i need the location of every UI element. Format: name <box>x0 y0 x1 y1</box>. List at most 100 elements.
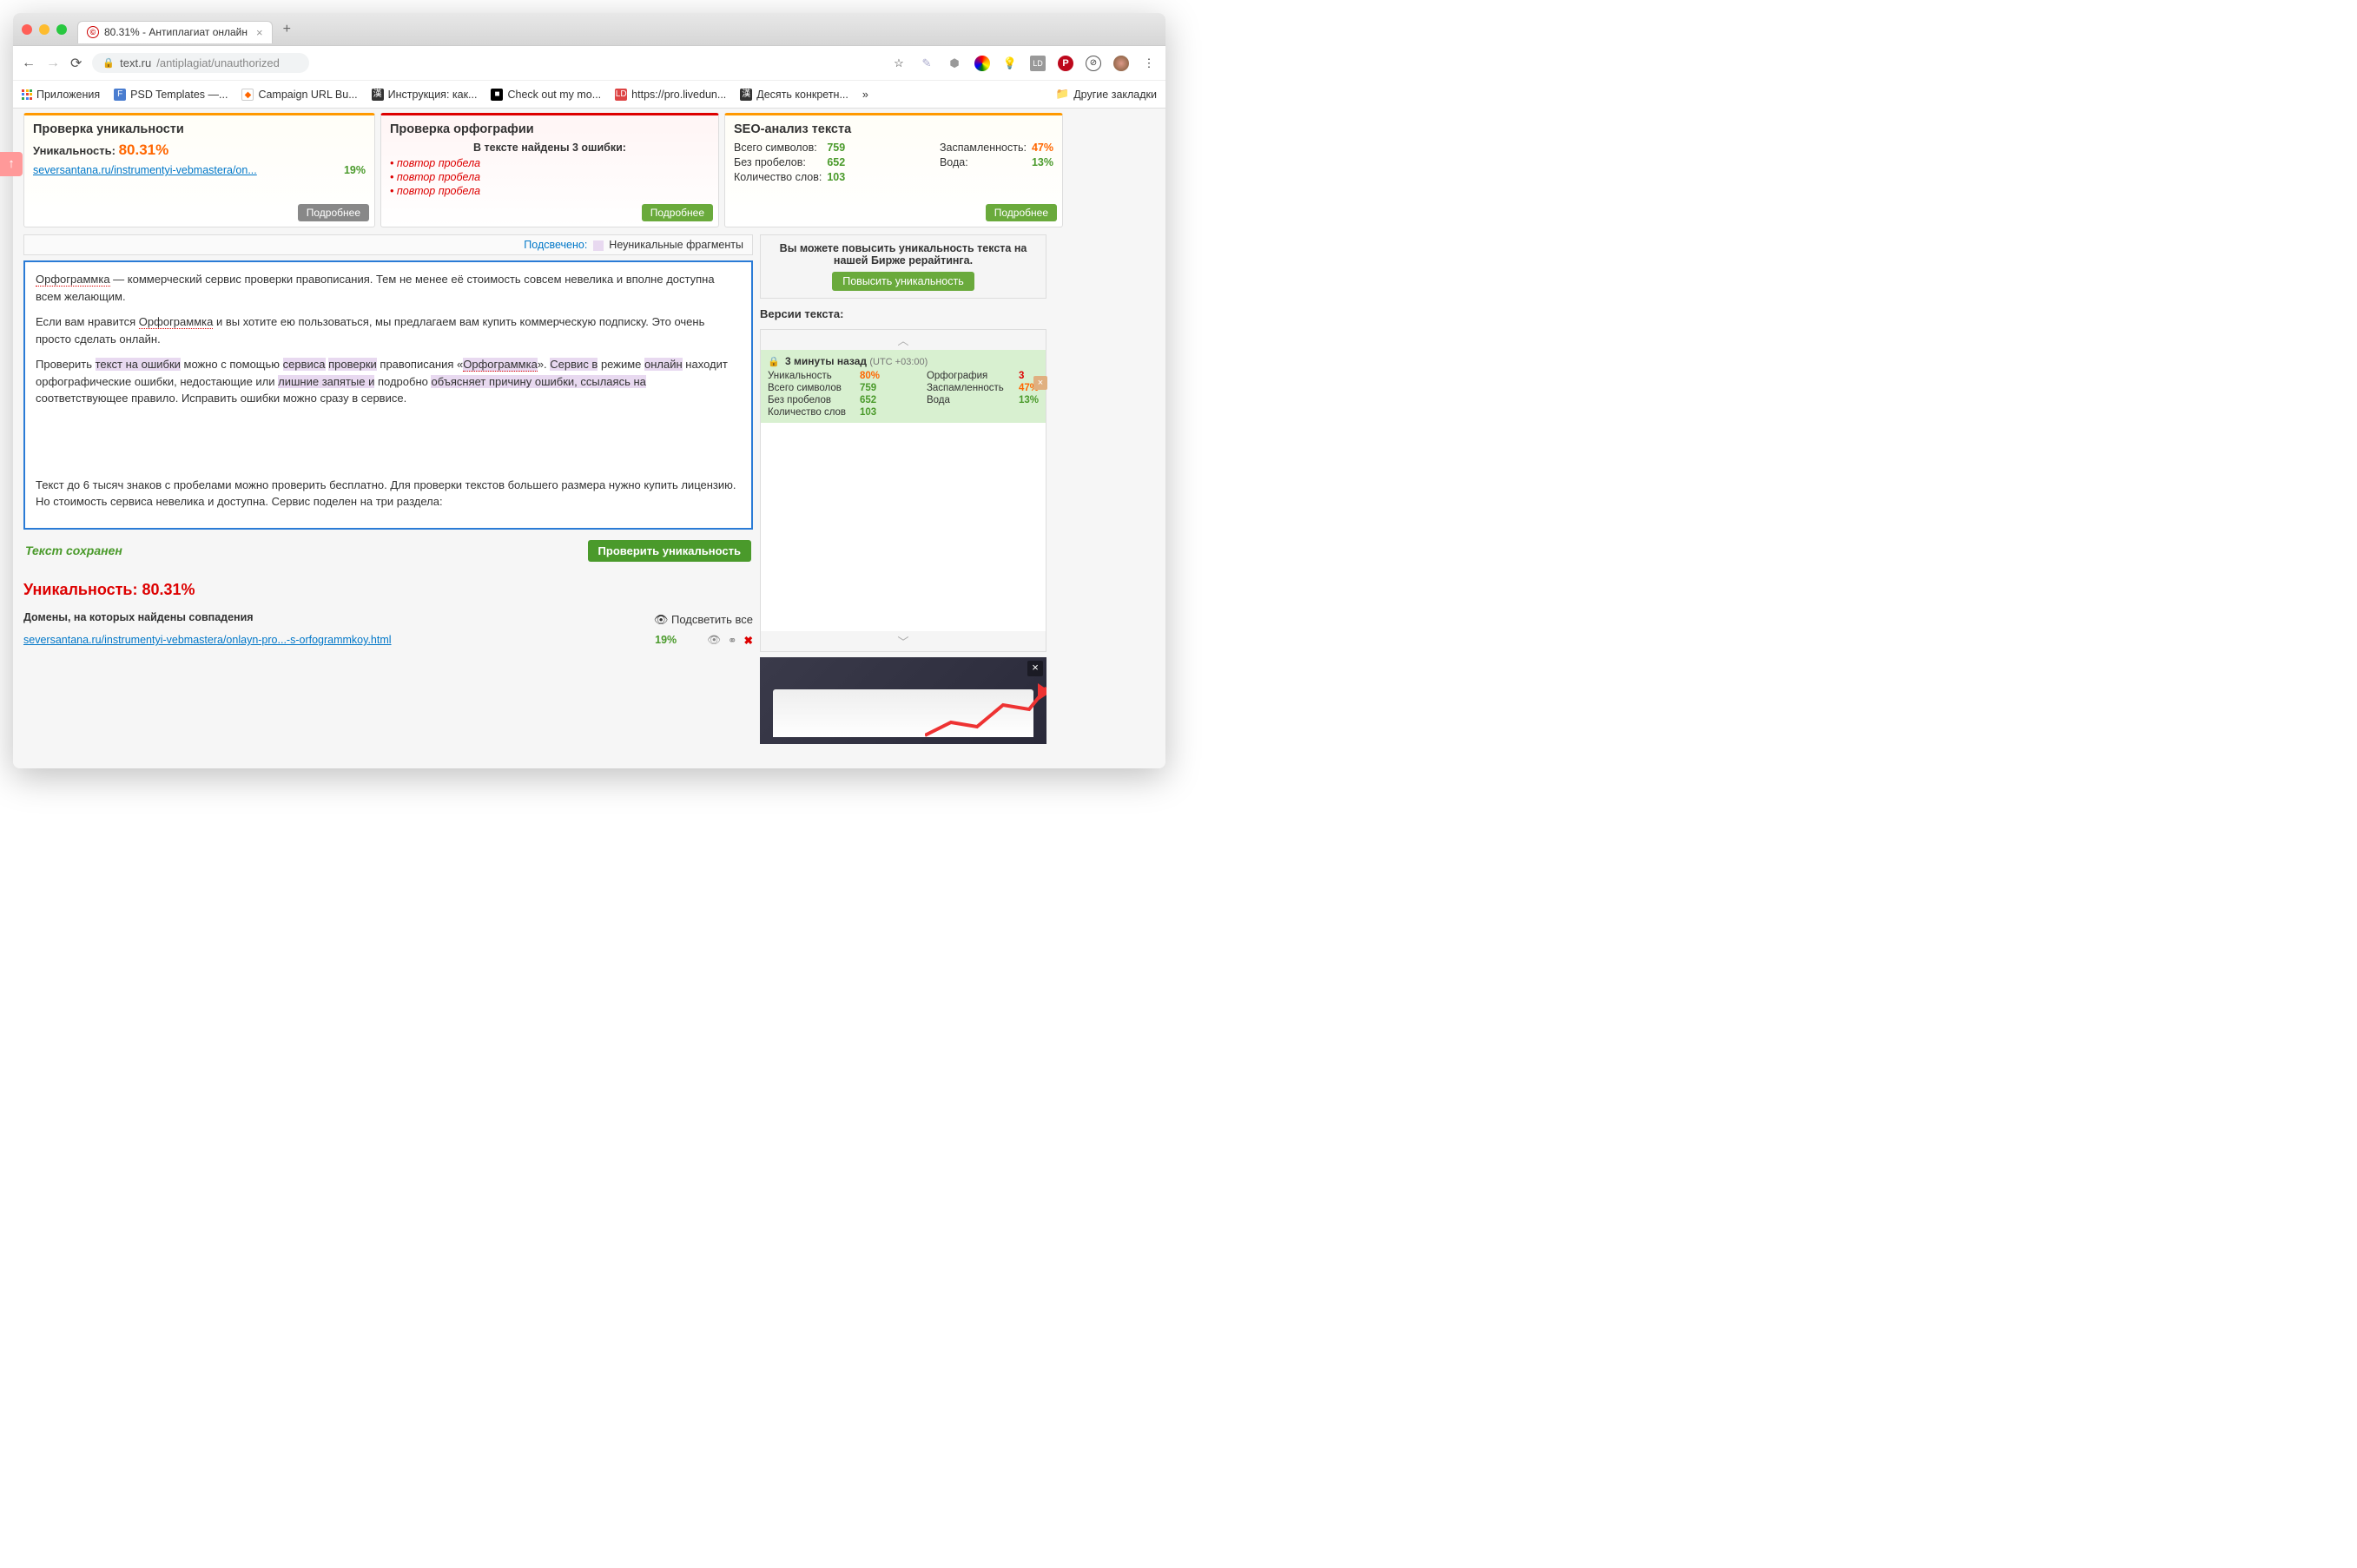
v-label: Без пробелов <box>768 395 855 405</box>
other-bookmarks[interactable]: 📁Другие закладки <box>1056 88 1157 101</box>
tab-close-icon[interactable]: × <box>256 26 263 39</box>
lock-icon: 🔒 <box>102 57 115 69</box>
uniqueness-label: Уникальность: <box>33 144 116 157</box>
lock-icon: 🔒 <box>768 357 780 367</box>
seo-title: SEO-анализ текста <box>734 122 1053 136</box>
menu-icon[interactable]: ⋮ <box>1141 56 1157 71</box>
v-label: Заспамленность <box>927 383 1013 393</box>
text-paragraph: Текст до 6 тысяч знаков с пробелами можн… <box>36 477 741 511</box>
highlight-bar: Подсвечено: Неуникальные фрагменты <box>23 234 753 255</box>
domains-title: Домены, на которых найдены совпадения <box>23 611 254 623</box>
bookmark-label: Десять конкретн... <box>756 89 848 101</box>
traffic-lights <box>22 24 67 35</box>
bookmark-item[interactable]: 漢Инструкция: как... <box>372 89 478 101</box>
v-label: Уникальность <box>768 371 855 381</box>
reload-icon[interactable]: ⟳ <box>70 55 82 72</box>
highlight-label: Подсвечено: <box>524 239 587 251</box>
star-icon[interactable]: ☆ <box>891 56 907 71</box>
bookmarks-bar: Приложения F PSD Templates —... ◆Campaign… <box>13 81 1165 109</box>
ext-icon-5[interactable]: LD <box>1030 56 1046 71</box>
uniqueness-source-link[interactable]: seversantana.ru/instrumentyi-vebmastera/… <box>33 164 257 176</box>
back-icon[interactable]: ← <box>22 56 36 71</box>
chart-graphic <box>925 683 1046 744</box>
chain-icon[interactable]: ⚭ <box>728 634 736 647</box>
bookmarks-overflow[interactable]: » <box>862 89 868 101</box>
orthography-details-button[interactable]: Подробнее <box>642 204 713 221</box>
browser-tab[interactable]: © 80.31% - Антиплагиат онлайн × <box>77 21 273 43</box>
bookmark-icon: 漢 <box>372 89 384 101</box>
close-window[interactable] <box>22 24 32 35</box>
tab-title: 80.31% - Антиплагиат онлайн <box>104 26 248 38</box>
boost-card: Вы можете повысить уникальность текста н… <box>760 234 1046 299</box>
bookmark-label: PSD Templates —... <box>130 89 228 101</box>
seo-value: 47% <box>1032 142 1053 154</box>
bookmark-item[interactable]: LDhttps://pro.livedun... <box>615 89 726 101</box>
versions-up-arrow[interactable]: ︿ <box>761 330 1046 350</box>
seo-label: Всего символов: <box>734 142 817 154</box>
eye-icon[interactable]: 👁 <box>707 634 721 647</box>
seo-value: 13% <box>1032 156 1053 168</box>
version-time: 3 минуты назад <box>785 355 867 367</box>
bookmark-item[interactable]: ■ Check out my mo... <box>491 89 601 101</box>
eye-icon: 👁 <box>654 613 669 626</box>
profile-avatar[interactable] <box>1113 56 1129 71</box>
v-value: 103 <box>860 407 876 418</box>
domain-row: seversantana.ru/instrumentyi-vebmastera/… <box>23 634 753 647</box>
v-value: 652 <box>860 395 876 405</box>
v-value: 80% <box>860 371 880 381</box>
bookmark-icon: ◆ <box>241 89 254 101</box>
ext-icon-1[interactable]: ✎ <box>919 56 934 71</box>
domain-link[interactable]: seversantana.ru/instrumentyi-vebmastera/… <box>23 634 646 646</box>
ext-icon-3[interactable] <box>974 56 990 71</box>
version-item[interactable]: 🔒 3 минуты назад (UTC +03:00) × Уникальн… <box>761 350 1046 423</box>
version-delete-icon[interactable]: × <box>1033 376 1047 390</box>
bookmark-item[interactable]: ◆Campaign URL Bu... <box>241 89 357 101</box>
seo-value: 759 <box>827 142 845 154</box>
favicon-icon: © <box>87 26 99 38</box>
uniqueness-value: 80.31% <box>119 142 169 158</box>
boost-text: Вы можете повысить уникальность текста н… <box>768 242 1039 267</box>
folder-icon: 📁 <box>1056 88 1070 101</box>
v-label: Количество слов <box>768 407 855 418</box>
bookmark-icon: ■ <box>491 89 503 101</box>
v-label: Орфография <box>927 371 1013 381</box>
seo-label: Заспамленность: <box>940 142 1027 154</box>
address-bar[interactable]: 🔒 text.ru/antiplagiat/unauthorized <box>92 53 309 73</box>
ext-icon-2[interactable]: ⬢ <box>947 56 962 71</box>
seo-label: Вода: <box>940 156 968 168</box>
text-editor[interactable]: Орфограммка — коммерческий сервис провер… <box>23 260 753 530</box>
navbar: ← → ⟳ 🔒 text.ru/antiplagiat/unauthorized… <box>13 46 1165 81</box>
apps-label: Приложения <box>36 89 100 101</box>
apps-shortcut[interactable]: Приложения <box>22 89 100 101</box>
maximize-window[interactable] <box>56 24 67 35</box>
versions-down-arrow[interactable]: ﹀ <box>761 631 1046 651</box>
seo-details-button[interactable]: Подробнее <box>986 204 1057 221</box>
new-tab-button[interactable]: + <box>283 22 291 37</box>
orthography-error: повтор пробела <box>390 157 710 169</box>
check-uniqueness-button[interactable]: Проверить уникальность <box>588 540 751 562</box>
version-tz: (UTC +03:00) <box>869 357 928 367</box>
ext-icon-4[interactable]: 💡 <box>1002 56 1018 71</box>
remove-icon[interactable]: ✖ <box>744 634 753 647</box>
bookmark-icon: F <box>114 89 126 101</box>
text-paragraph: Проверить текст на ошибки можно с помощь… <box>36 356 741 407</box>
uniqueness-source-pct: 19% <box>344 164 366 176</box>
highlight-all-link[interactable]: 👁 Подсветить все <box>654 613 753 627</box>
boost-button[interactable]: Повысить уникальность <box>832 272 974 291</box>
minimize-window[interactable] <box>39 24 50 35</box>
video-close-icon[interactable]: × <box>1027 661 1043 676</box>
seo-value: 652 <box>827 156 845 168</box>
uniqueness-card: Проверка уникальности Уникальность: 80.3… <box>23 113 375 227</box>
v-label: Вода <box>927 395 1013 405</box>
bookmark-item[interactable]: F PSD Templates —... <box>114 89 228 101</box>
bookmark-label: Check out my mo... <box>507 89 601 101</box>
bookmark-item[interactable]: 漢Десять конкретн... <box>740 89 848 101</box>
forward-icon[interactable]: → <box>46 56 60 71</box>
uniqueness-details-button[interactable]: Подробнее <box>298 204 369 221</box>
upload-tab[interactable]: ↑ <box>13 152 23 176</box>
video-thumbnail[interactable]: × <box>760 657 1046 744</box>
orthography-title: Проверка орфографии <box>390 122 710 136</box>
uniqueness-title: Проверка уникальности <box>33 122 366 136</box>
ext-icon-6[interactable]: ⊘ <box>1086 56 1101 71</box>
pinterest-icon[interactable]: P <box>1058 56 1073 71</box>
